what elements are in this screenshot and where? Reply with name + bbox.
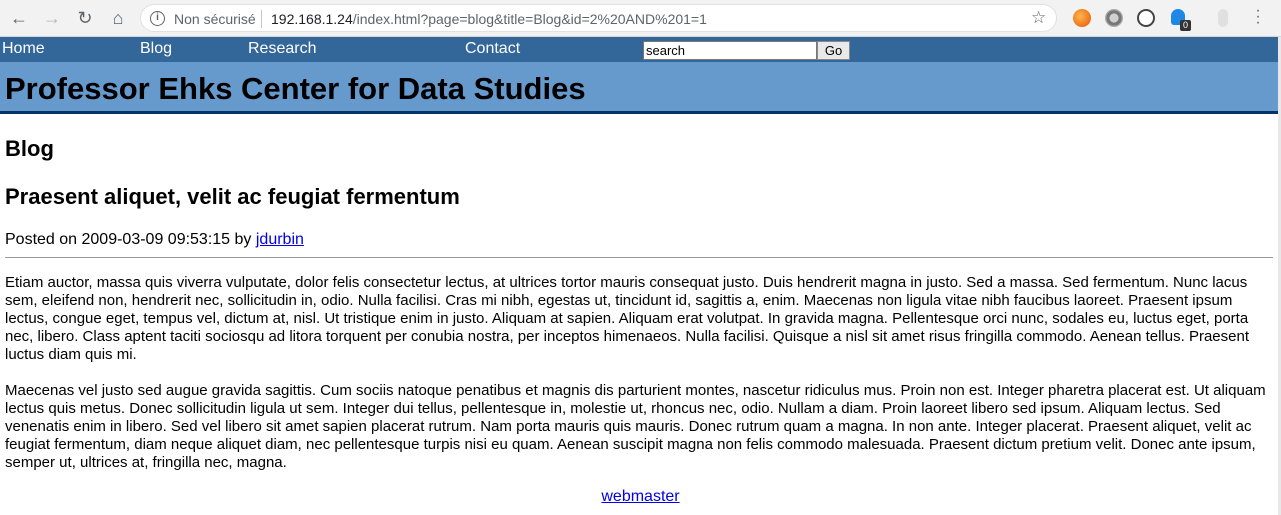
forward-icon[interactable]: → [40,6,64,30]
nav-research-link[interactable]: Research [248,40,316,58]
home-icon[interactable]: ⌂ [106,6,130,30]
browser-toolbar: ← → ↻ ⌂ i Non sécurisé 192.168.1.24/inde… [0,0,1281,37]
site-banner: Professor Ehks Center for Data Studies [0,62,1281,114]
url-path: /index.html?page=blog&title=Blog&id=2%20… [352,11,707,27]
post-title: Praesent aliquet, velit ac feugiat ferme… [5,184,460,209]
url-text[interactable]: 192.168.1.24/index.html?page=blog&title=… [271,11,707,27]
extension-braces-icon[interactable] [1137,9,1155,27]
browser-menu-icon[interactable]: · · · [1252,3,1264,31]
address-separator [261,10,262,28]
nav-home-link[interactable]: Home [2,40,45,58]
nav-blog-link[interactable]: Blog [140,40,172,58]
post-paragraph-2: Maecenas vel justo sed augue gravida sag… [5,382,1266,471]
site-title: Professor Ehks Center for Data Studies [5,71,586,106]
extension-pill-icon[interactable] [1218,9,1228,27]
footer: webmaster [0,488,1281,506]
back-icon[interactable]: ← [7,6,31,30]
bookmark-star-icon[interactable]: ☆ [1031,8,1046,28]
posted-on-text: Posted on 2009-03-09 09:53:15 by [5,231,256,248]
section-heading: Blog [5,136,54,161]
info-icon[interactable]: i [150,11,165,26]
search-input[interactable] [643,41,817,60]
author-link[interactable]: jdurbin [256,231,304,248]
extension-badge: 0 [1180,20,1191,31]
url-host: 192.168.1.24 [271,11,353,27]
nav-contact-link[interactable]: Contact [465,40,520,58]
security-label[interactable]: Non sécurisé [174,11,256,27]
site-nav: Home Blog Research Contact Go [0,37,1281,62]
webmaster-link[interactable]: webmaster [601,488,679,505]
post-paragraph-1: Etiam auctor, massa quis viverra vulputa… [5,274,1249,363]
go-button[interactable]: Go [817,41,850,60]
extension-gear-icon[interactable] [1105,9,1123,27]
extension-fox-icon[interactable] [1073,9,1091,27]
address-bar[interactable]: i Non sécurisé 192.168.1.24/index.html?p… [140,4,1057,32]
reload-icon[interactable]: ↻ [73,6,97,30]
post-meta: Posted on 2009-03-09 09:53:15 by jdurbin [5,231,304,249]
divider [5,257,1273,258]
